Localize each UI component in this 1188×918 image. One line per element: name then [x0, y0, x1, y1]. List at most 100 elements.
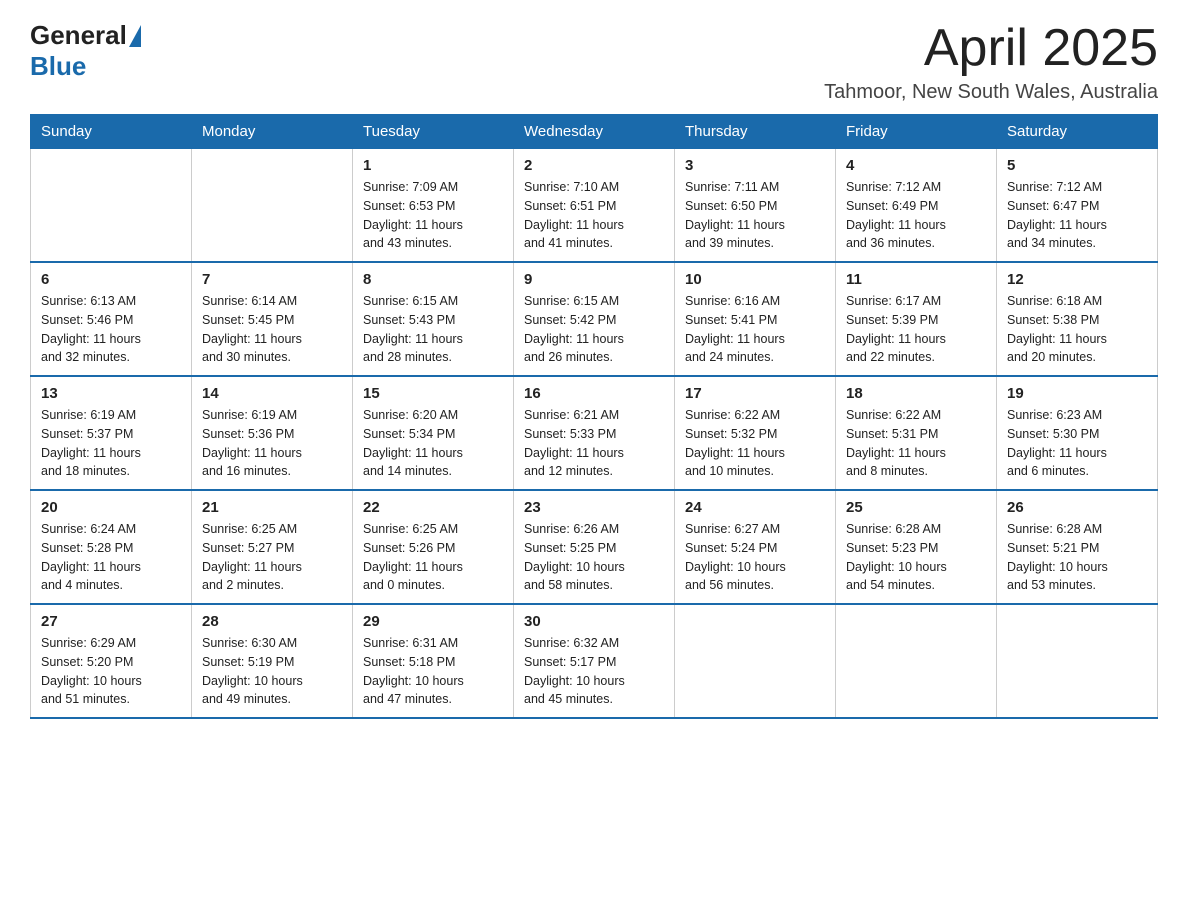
calendar-cell: 30 Sunrise: 6:32 AM Sunset: 5:17 PM Dayli… [514, 604, 675, 718]
day-number: 30 [524, 613, 664, 630]
calendar-cell: 29 Sunrise: 6:31 AM Sunset: 5:18 PM Dayli… [353, 604, 514, 718]
calendar-cell: 6 Sunrise: 6:13 AM Sunset: 5:46 PM Daylig… [31, 262, 192, 376]
day-number: 8 [363, 271, 503, 288]
calendar-cell [997, 604, 1158, 718]
day-info: Sunrise: 7:11 AM Sunset: 6:50 PM Dayligh… [685, 178, 825, 253]
weekday-header-monday: Monday [192, 115, 353, 149]
calendar-cell: 28 Sunrise: 6:30 AM Sunset: 5:19 PM Dayli… [192, 604, 353, 718]
day-number: 7 [202, 271, 342, 288]
day-info: Sunrise: 6:15 AM Sunset: 5:43 PM Dayligh… [363, 292, 503, 367]
calendar-table: SundayMondayTuesdayWednesdayThursdayFrid… [30, 114, 1158, 719]
day-info: Sunrise: 6:21 AM Sunset: 5:33 PM Dayligh… [524, 406, 664, 481]
day-number: 20 [41, 499, 181, 516]
day-number: 5 [1007, 157, 1147, 174]
day-info: Sunrise: 6:22 AM Sunset: 5:32 PM Dayligh… [685, 406, 825, 481]
day-info: Sunrise: 6:29 AM Sunset: 5:20 PM Dayligh… [41, 634, 181, 709]
calendar-cell: 10Sunrise: 6:16 AM Sunset: 5:41 PM Dayli… [675, 262, 836, 376]
day-info: Sunrise: 6:13 AM Sunset: 5:46 PM Dayligh… [41, 292, 181, 367]
logo-triangle-icon [129, 25, 141, 47]
weekday-header-tuesday: Tuesday [353, 115, 514, 149]
day-number: 28 [202, 613, 342, 630]
calendar-cell: 20Sunrise: 6:24 AM Sunset: 5:28 PM Dayli… [31, 490, 192, 604]
day-number: 4 [846, 157, 986, 174]
calendar-cell: 27 Sunrise: 6:29 AM Sunset: 5:20 PM Dayli… [31, 604, 192, 718]
calendar-cell [31, 149, 192, 263]
day-number: 9 [524, 271, 664, 288]
day-number: 10 [685, 271, 825, 288]
day-number: 27 [41, 613, 181, 630]
calendar-cell: 25 Sunrise: 6:28 AM Sunset: 5:23 PM Dayli… [836, 490, 997, 604]
calendar-cell: 14 Sunrise: 6:19 AM Sunset: 5:36 PM Dayli… [192, 376, 353, 490]
weekday-header-wednesday: Wednesday [514, 115, 675, 149]
day-info: Sunrise: 6:31 AM Sunset: 5:18 PM Dayligh… [363, 634, 503, 709]
day-info: Sunrise: 7:12 AM Sunset: 6:49 PM Dayligh… [846, 178, 986, 253]
day-info: Sunrise: 6:25 AM Sunset: 5:26 PM Dayligh… [363, 520, 503, 595]
calendar-cell: 12Sunrise: 6:18 AM Sunset: 5:38 PM Dayli… [997, 262, 1158, 376]
day-info: Sunrise: 6:28 AM Sunset: 5:23 PM Dayligh… [846, 520, 986, 595]
page-header: General Blue April 2025 Tahmoor, New Sou… [30, 20, 1158, 104]
calendar-cell [836, 604, 997, 718]
calendar-cell: 13 Sunrise: 6:19 AM Sunset: 5:37 PM Dayli… [31, 376, 192, 490]
day-info: Sunrise: 6:22 AM Sunset: 5:31 PM Dayligh… [846, 406, 986, 481]
calendar-cell: 23Sunrise: 6:26 AM Sunset: 5:25 PM Dayli… [514, 490, 675, 604]
calendar-cell: 21 Sunrise: 6:25 AM Sunset: 5:27 PM Dayli… [192, 490, 353, 604]
calendar-cell: 4 Sunrise: 7:12 AM Sunset: 6:49 PM Daylig… [836, 149, 997, 263]
weekday-header-friday: Friday [836, 115, 997, 149]
day-info: Sunrise: 6:25 AM Sunset: 5:27 PM Dayligh… [202, 520, 342, 595]
calendar-week-row: 27 Sunrise: 6:29 AM Sunset: 5:20 PM Dayli… [31, 604, 1158, 718]
calendar-cell: 26 Sunrise: 6:28 AM Sunset: 5:21 PM Dayli… [997, 490, 1158, 604]
calendar-location: Tahmoor, New South Wales, Australia [824, 81, 1158, 104]
day-info: Sunrise: 6:30 AM Sunset: 5:19 PM Dayligh… [202, 634, 342, 709]
calendar-cell: 1 Sunrise: 7:09 AM Sunset: 6:53 PM Daylig… [353, 149, 514, 263]
calendar-cell: 3Sunrise: 7:11 AM Sunset: 6:50 PM Daylig… [675, 149, 836, 263]
calendar-title: April 2025 [824, 20, 1158, 77]
calendar-cell: 24 Sunrise: 6:27 AM Sunset: 5:24 PM Dayli… [675, 490, 836, 604]
day-number: 29 [363, 613, 503, 630]
day-number: 18 [846, 385, 986, 402]
calendar-week-row: 1 Sunrise: 7:09 AM Sunset: 6:53 PM Daylig… [31, 149, 1158, 263]
calendar-cell: 5Sunrise: 7:12 AM Sunset: 6:47 PM Daylig… [997, 149, 1158, 263]
calendar-week-row: 6 Sunrise: 6:13 AM Sunset: 5:46 PM Daylig… [31, 262, 1158, 376]
weekday-header-row: SundayMondayTuesdayWednesdayThursdayFrid… [31, 115, 1158, 149]
logo-general-text: General [30, 20, 127, 51]
calendar-cell: 7 Sunrise: 6:14 AM Sunset: 5:45 PM Daylig… [192, 262, 353, 376]
calendar-cell: 8 Sunrise: 6:15 AM Sunset: 5:43 PM Daylig… [353, 262, 514, 376]
day-number: 15 [363, 385, 503, 402]
calendar-cell: 15 Sunrise: 6:20 AM Sunset: 5:34 PM Dayli… [353, 376, 514, 490]
calendar-cell [675, 604, 836, 718]
day-info: Sunrise: 6:26 AM Sunset: 5:25 PM Dayligh… [524, 520, 664, 595]
day-info: Sunrise: 6:28 AM Sunset: 5:21 PM Dayligh… [1007, 520, 1147, 595]
day-number: 14 [202, 385, 342, 402]
day-number: 26 [1007, 499, 1147, 516]
day-number: 17 [685, 385, 825, 402]
day-info: Sunrise: 6:14 AM Sunset: 5:45 PM Dayligh… [202, 292, 342, 367]
day-number: 19 [1007, 385, 1147, 402]
day-info: Sunrise: 6:20 AM Sunset: 5:34 PM Dayligh… [363, 406, 503, 481]
logo: General Blue [30, 20, 143, 82]
calendar-week-row: 13 Sunrise: 6:19 AM Sunset: 5:37 PM Dayli… [31, 376, 1158, 490]
logo-blue-text: Blue [30, 51, 86, 82]
day-number: 6 [41, 271, 181, 288]
day-info: Sunrise: 6:19 AM Sunset: 5:37 PM Dayligh… [41, 406, 181, 481]
day-number: 16 [524, 385, 664, 402]
day-info: Sunrise: 6:27 AM Sunset: 5:24 PM Dayligh… [685, 520, 825, 595]
day-number: 21 [202, 499, 342, 516]
weekday-header-sunday: Sunday [31, 115, 192, 149]
day-number: 2 [524, 157, 664, 174]
calendar-cell: 17 Sunrise: 6:22 AM Sunset: 5:32 PM Dayli… [675, 376, 836, 490]
day-info: Sunrise: 6:32 AM Sunset: 5:17 PM Dayligh… [524, 634, 664, 709]
day-info: Sunrise: 7:09 AM Sunset: 6:53 PM Dayligh… [363, 178, 503, 253]
day-number: 25 [846, 499, 986, 516]
day-number: 22 [363, 499, 503, 516]
calendar-week-row: 20Sunrise: 6:24 AM Sunset: 5:28 PM Dayli… [31, 490, 1158, 604]
day-info: Sunrise: 7:10 AM Sunset: 6:51 PM Dayligh… [524, 178, 664, 253]
day-info: Sunrise: 6:19 AM Sunset: 5:36 PM Dayligh… [202, 406, 342, 481]
day-number: 1 [363, 157, 503, 174]
calendar-cell: 16 Sunrise: 6:21 AM Sunset: 5:33 PM Dayli… [514, 376, 675, 490]
weekday-header-thursday: Thursday [675, 115, 836, 149]
calendar-cell: 11Sunrise: 6:17 AM Sunset: 5:39 PM Dayli… [836, 262, 997, 376]
day-number: 13 [41, 385, 181, 402]
title-block: April 2025 Tahmoor, New South Wales, Aus… [824, 20, 1158, 104]
day-number: 24 [685, 499, 825, 516]
day-info: Sunrise: 6:15 AM Sunset: 5:42 PM Dayligh… [524, 292, 664, 367]
